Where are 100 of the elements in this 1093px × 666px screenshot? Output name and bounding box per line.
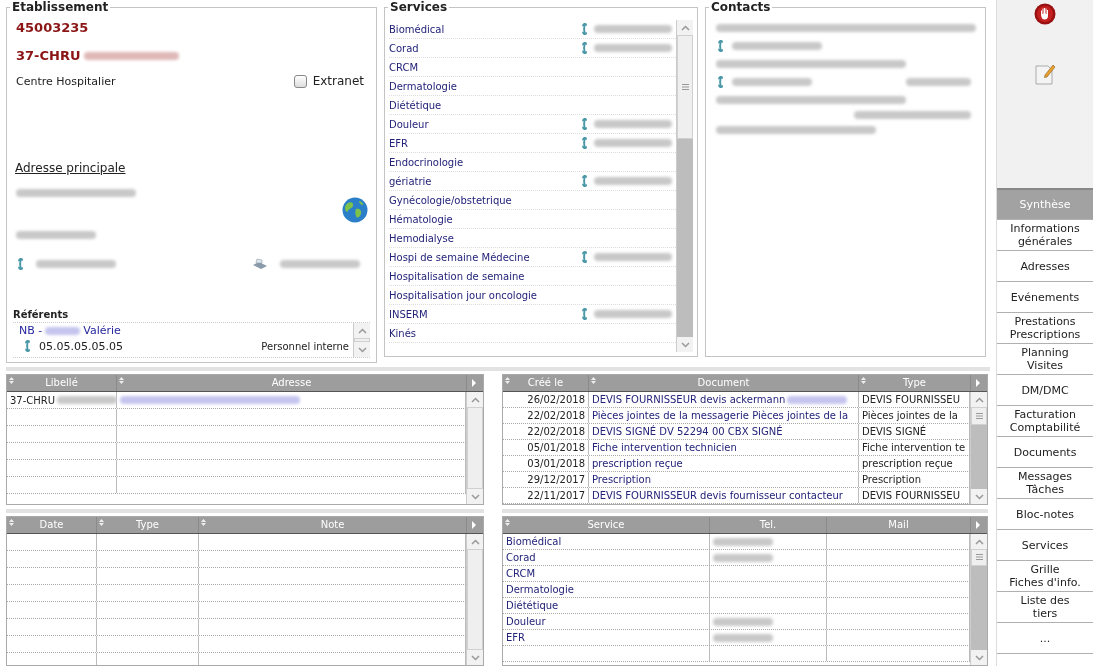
service-item[interactable]: Kinés [389, 327, 580, 339]
table-cell: 22/02/2018 [527, 426, 585, 437]
service-item[interactable]: Dermatologie [389, 80, 580, 92]
establishment-name: 37-CHRU [16, 48, 81, 63]
scrollbar-thumb[interactable] [354, 338, 370, 342]
service-item[interactable]: EFR [389, 137, 580, 149]
table-cell[interactable]: EFR [506, 632, 526, 643]
blurred-text [906, 78, 971, 86]
table-cell[interactable]: DEVIS FOURNISSEUR devis fournisseur contacteur [592, 490, 843, 501]
sort-icon[interactable] [861, 377, 866, 384]
scroll-down-button[interactable] [971, 650, 987, 665]
service-item[interactable]: Hospitalisation jour oncologie [389, 289, 580, 301]
scroll-up-button[interactable] [971, 534, 987, 549]
globe-icon[interactable] [342, 197, 368, 223]
scrollbar-thumb[interactable] [467, 549, 483, 650]
scroll-down-button[interactable] [354, 342, 370, 357]
sort-icon[interactable] [201, 519, 206, 526]
scrollbar[interactable] [970, 534, 987, 665]
table-cell[interactable]: Dermatologie [506, 584, 574, 595]
scroll-up-button[interactable] [971, 392, 987, 407]
table-cell: 22/02/2018 [527, 410, 585, 421]
blurred-text [713, 617, 773, 626]
table-cell: 22/11/2017 [527, 490, 585, 501]
phone-icon [16, 257, 24, 271]
table-cell[interactable]: prescription reçue [592, 458, 683, 469]
establishment-type: Centre Hospitalier [16, 74, 116, 88]
scroll-down-button[interactable] [677, 337, 693, 352]
service-item[interactable]: Gynécologie/obstetrique [389, 194, 580, 206]
service-item[interactable]: Corad [389, 42, 580, 54]
phone-icon [580, 22, 588, 36]
table-cell[interactable]: Fiche intervention technicien [592, 442, 737, 453]
blurred-text [713, 537, 773, 546]
table-cell[interactable]: DEVIS SIGNÉ DV 52294 00 CBX SIGNÉ [592, 426, 783, 437]
scroll-down-button[interactable] [467, 489, 483, 504]
scrollbar-thumb[interactable] [971, 407, 987, 425]
phone-icon [716, 39, 724, 53]
service-item[interactable]: CRCM [389, 61, 580, 73]
service-item[interactable]: Diététique [389, 99, 580, 111]
scrollbar[interactable] [466, 534, 483, 665]
phone-icon [580, 174, 588, 188]
table-cell: Fiche intervention te [862, 442, 966, 453]
scrollbar-thumb[interactable] [971, 549, 987, 566]
scroll-up-button[interactable] [354, 323, 370, 338]
service-item[interactable]: Hemodialyse [389, 232, 580, 244]
phone-icon [716, 75, 724, 89]
sort-icon[interactable] [119, 377, 124, 384]
panel-title: Contacts [710, 0, 772, 14]
main-address-link[interactable]: Adresse principale [15, 161, 126, 175]
scroll-up-button[interactable] [677, 20, 693, 35]
service-item[interactable]: Endocrinologie [389, 156, 580, 168]
sort-icon[interactable] [591, 377, 596, 384]
table-cell: 37-CHRU [10, 394, 56, 406]
blurred-text [57, 396, 116, 404]
table-cell: DEVIS FOURNISSEU [862, 490, 960, 501]
table-cell[interactable]: Prescription [592, 474, 651, 485]
extranet-checkbox[interactable]: Extranet [293, 74, 364, 88]
phone-icon [580, 250, 588, 264]
referent-phone: 05.05.05.05.05 [39, 339, 123, 353]
section-title: Référents [13, 309, 70, 320]
table-cell[interactable]: Biomédical [506, 536, 562, 547]
service-item[interactable]: Douleur [389, 118, 580, 130]
scroll-up-button[interactable] [467, 392, 483, 407]
sort-icon[interactable] [9, 377, 14, 384]
table-cell: prescription reçue [862, 458, 953, 469]
phone-icon [580, 117, 588, 131]
table-cell: Prescription [862, 474, 921, 485]
service-item[interactable]: gériatrie [389, 175, 580, 187]
service-item[interactable]: Hospi de semaine Médecine [389, 251, 580, 263]
table-cell: Pièces jointes de la [862, 410, 958, 421]
table-cell[interactable]: CRCM [506, 568, 536, 579]
scrollbar-thumb[interactable] [677, 35, 693, 139]
panel-title: Services [389, 0, 449, 14]
table-cell[interactable]: Diététique [506, 600, 559, 611]
service-item[interactable]: Hospitalisation de semaine [389, 270, 580, 282]
service-item[interactable]: Biomédical [389, 23, 580, 35]
scroll-up-button[interactable] [467, 534, 483, 549]
scrollbar-thumb[interactable] [467, 407, 483, 489]
table-cell: 03/01/2018 [527, 458, 585, 469]
sort-icon[interactable] [9, 519, 14, 526]
scrollbar[interactable] [353, 323, 370, 357]
sort-icon[interactable] [505, 519, 510, 526]
referent-prefix[interactable]: NB - [19, 324, 43, 337]
note-pencil-icon[interactable] [1033, 62, 1058, 86]
table-cell[interactable]: Douleur [506, 616, 546, 627]
service-item[interactable]: INSERM [389, 308, 580, 320]
scrollbar[interactable] [970, 392, 987, 504]
referent-name[interactable]: Valérie [83, 324, 121, 337]
sort-icon[interactable] [99, 519, 104, 526]
table-cell[interactable]: DEVIS FOURNISSEUR devis ackermann [592, 394, 786, 405]
sort-icon[interactable] [505, 377, 510, 384]
table-cell[interactable]: Pièces jointes de la messagerie Pièces jointes de la [592, 410, 849, 421]
scroll-down-button[interactable] [971, 489, 987, 504]
table-cell[interactable]: Corad [506, 552, 536, 563]
scrollbar[interactable] [676, 20, 693, 352]
blurred-text [713, 553, 773, 562]
service-item[interactable]: Hématologie [389, 213, 580, 225]
scroll-down-button[interactable] [467, 650, 483, 665]
stop-hand-icon[interactable] [1034, 3, 1057, 25]
panel-title: Etablissement [11, 0, 110, 14]
scrollbar[interactable] [466, 392, 483, 504]
